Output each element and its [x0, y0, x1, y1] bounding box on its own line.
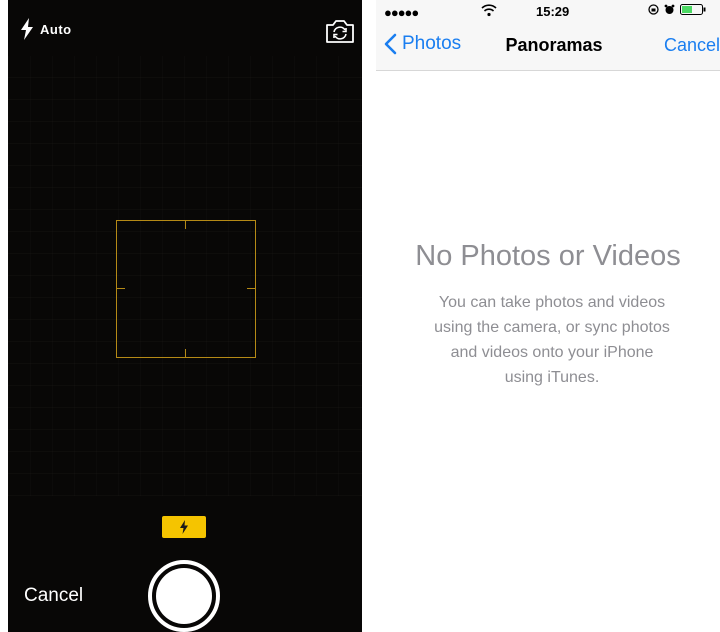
flash-icon: [180, 520, 188, 534]
empty-state-title: No Photos or Videos: [415, 240, 681, 272]
switch-camera-icon[interactable]: [324, 18, 356, 44]
camera-top-bar: Auto: [8, 0, 362, 60]
empty-state-line: and videos onto your iPhone: [450, 344, 654, 361]
flash-icon: [21, 18, 33, 40]
wifi-icon: [481, 4, 497, 17]
photo-picker-screen: ●●●●● 15:29 Photos Panoramas Cancel No P…: [376, 0, 720, 632]
navigation-bar: Photos Panoramas Cancel: [376, 22, 720, 71]
status-icons: [648, 4, 706, 15]
shutter-inner: [156, 568, 212, 624]
alarm-icon: [664, 4, 675, 14]
rotation-lock-icon: [648, 4, 659, 15]
status-time: 15:29: [536, 4, 570, 19]
flash-mode-label: Auto: [40, 21, 72, 37]
cancel-button[interactable]: Cancel: [664, 35, 720, 56]
battery-icon: [680, 4, 706, 15]
camera-cancel-button[interactable]: Cancel: [24, 585, 83, 607]
status-bar: ●●●●● 15:29: [376, 0, 720, 22]
flash-on-indicator: [162, 516, 206, 538]
empty-state-line: using the camera, or sync photos: [434, 319, 670, 336]
signal-strength: ●●●●●: [384, 5, 419, 20]
empty-state-line: using iTunes.: [504, 369, 600, 386]
camera-screen: Auto Cancel: [8, 0, 362, 632]
focus-square: [116, 220, 256, 358]
flash-mode-button[interactable]: Auto: [20, 18, 72, 40]
empty-state-line: You can take photos and videos: [438, 294, 666, 311]
shutter-button[interactable]: [148, 560, 220, 632]
empty-state-message: You can take photos and videos using the…: [404, 290, 700, 390]
